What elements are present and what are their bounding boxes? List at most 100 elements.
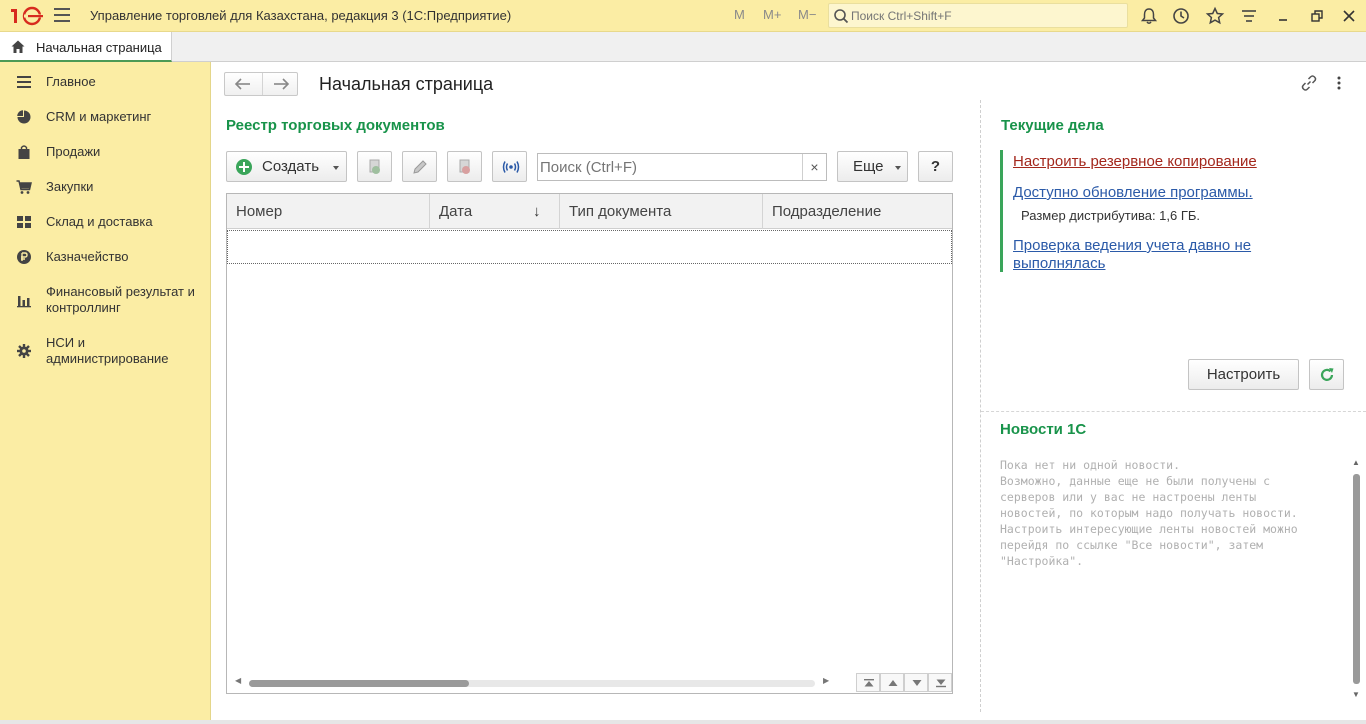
history-nav	[224, 72, 298, 96]
down-icon	[912, 680, 922, 686]
table-footer: ◀ ▶	[227, 672, 952, 693]
memory-plus-button[interactable]: M+	[763, 7, 781, 22]
sidebar-item-main[interactable]: Главное	[0, 73, 211, 91]
star-icon[interactable]	[1205, 6, 1225, 26]
delete-mark-button[interactable]	[447, 151, 482, 182]
more-options-icon[interactable]	[1334, 74, 1344, 92]
previous-row-button[interactable]	[880, 673, 904, 692]
tab-bar: Начальная страница	[0, 32, 1366, 62]
registry-search-input[interactable]	[540, 157, 796, 177]
scrollbar-thumb[interactable]	[1353, 474, 1360, 684]
tab-home-label: Начальная страница	[36, 40, 162, 55]
sidebar-item-admin[interactable]: НСИ и администрирование	[0, 334, 211, 368]
sidebar-item-label: Казначейство	[46, 249, 129, 264]
page-title: Начальная страница	[319, 74, 494, 94]
sort-desc-icon: ↓	[533, 203, 541, 220]
copy-button[interactable]	[357, 151, 392, 182]
bell-icon[interactable]	[1139, 6, 1159, 26]
last-row-button[interactable]	[928, 673, 952, 692]
sidebar-item-label: НСИ и администрирование	[46, 335, 169, 366]
task-link-backup[interactable]: Настроить резервное копирование	[1013, 153, 1303, 171]
sidebar-item-label: Продажи	[46, 144, 101, 159]
memory-m-button[interactable]: M	[734, 7, 745, 22]
live-update-button[interactable]	[492, 151, 527, 182]
back-button[interactable]	[225, 73, 261, 95]
registry-search[interactable]: ×	[537, 153, 827, 181]
sidebar-item-warehouse[interactable]: Склад и доставка	[0, 213, 211, 231]
cart-icon	[16, 180, 32, 194]
first-icon	[864, 679, 874, 687]
task-link-update[interactable]: Доступно обновление программы.	[1013, 184, 1303, 202]
task-link-accounting-check[interactable]: Проверка ведения учета давно не выполнял…	[1013, 237, 1303, 273]
edit-button[interactable]	[402, 151, 437, 182]
scrollbar-thumb[interactable]	[249, 680, 469, 687]
table-row[interactable]	[227, 230, 952, 264]
next-row-button[interactable]	[904, 673, 928, 692]
app-title: Управление торговлей для Казахстана, ред…	[90, 8, 512, 23]
distribution-size-note: Размер дистрибутива: 1,6 ГБ.	[1021, 208, 1201, 223]
column-doc-type[interactable]: Тип документа	[560, 194, 763, 229]
link-icon[interactable]	[1300, 74, 1318, 92]
news-vertical-scrollbar[interactable]: ▲ ▼	[1351, 458, 1363, 702]
clear-search-button[interactable]: ×	[802, 154, 826, 180]
column-date[interactable]: Дата ↓	[430, 194, 560, 229]
more-button[interactable]: Еще	[837, 151, 908, 182]
global-search[interactable]	[828, 3, 1128, 28]
last-icon	[936, 679, 946, 688]
scroll-down-icon[interactable]: ▼	[1352, 690, 1360, 699]
history-icon[interactable]	[1171, 6, 1191, 26]
chevron-down-icon	[895, 166, 901, 170]
panel-divider-horizontal	[981, 411, 1366, 412]
sidebar-item-crm[interactable]: CRM и маркетинг	[0, 108, 211, 126]
sidebar-item-label: Закупки	[46, 179, 94, 194]
arrow-right-icon	[274, 78, 290, 90]
close-icon[interactable]	[1339, 6, 1359, 26]
scroll-left-icon[interactable]: ◀	[235, 676, 241, 685]
sidebar-item-label: CRM и маркетинг	[46, 109, 152, 124]
arrow-left-icon	[234, 78, 250, 90]
panel-divider	[980, 100, 981, 712]
scroll-right-icon[interactable]: ▶	[823, 676, 829, 685]
delete-icon	[459, 159, 470, 174]
minimize-icon[interactable]	[1273, 6, 1293, 26]
refresh-tasks-button[interactable]	[1309, 359, 1344, 390]
help-button[interactable]: ?	[918, 151, 953, 182]
bar-chart-icon	[17, 296, 31, 308]
column-header-label: Дата	[439, 203, 473, 220]
column-department[interactable]: Подразделение	[763, 194, 952, 229]
up-icon	[888, 680, 898, 686]
menu-icon	[17, 76, 31, 88]
news-empty-text: Пока нет ни одной новости. Возможно, дан…	[1000, 458, 1298, 568]
settings-icon[interactable]	[1239, 6, 1259, 26]
documents-table[interactable]: Номер Дата ↓ Тип документа Подразделение…	[226, 193, 953, 694]
setup-tasks-button[interactable]: Настроить	[1188, 359, 1299, 390]
scroll-up-icon[interactable]: ▲	[1352, 458, 1360, 467]
forward-button[interactable]	[262, 73, 298, 95]
create-button[interactable]: Создать	[226, 151, 347, 182]
tab-home[interactable]: Начальная страница	[0, 32, 172, 62]
grid-icon	[17, 216, 31, 228]
main-menu-icon[interactable]	[54, 8, 70, 24]
sidebar-item-label: Склад и доставка	[46, 214, 153, 229]
add-icon	[236, 159, 252, 175]
sidebar-item-sales[interactable]: Продажи	[0, 143, 211, 161]
1c-logo[interactable]	[10, 6, 44, 26]
restore-icon[interactable]	[1307, 6, 1327, 26]
title-bar: Управление торговлей для Казахстана, ред…	[0, 0, 1366, 32]
tasks-accent-bar	[1000, 150, 1003, 272]
column-number[interactable]: Номер	[227, 194, 430, 229]
sidebar-item-label: Главное	[46, 74, 96, 89]
bag-icon	[18, 145, 30, 159]
sidebar: Главное CRM и маркетинг Продажи Закупки …	[0, 62, 211, 724]
sidebar-item-treasury[interactable]: Казначейство	[0, 248, 211, 266]
global-search-input[interactable]	[851, 6, 1121, 25]
pie-chart-icon	[17, 110, 31, 124]
memory-minus-button[interactable]: M−	[798, 7, 816, 22]
first-row-button[interactable]	[856, 673, 880, 692]
horizontal-scrollbar[interactable]	[249, 680, 815, 687]
sidebar-item-finance[interactable]: Финансовый результат и контроллинг	[0, 283, 211, 317]
gear-icon	[17, 344, 31, 358]
sidebar-item-purchases[interactable]: Закупки	[0, 178, 211, 196]
refresh-icon	[1320, 368, 1334, 381]
copy-icon	[369, 159, 380, 174]
